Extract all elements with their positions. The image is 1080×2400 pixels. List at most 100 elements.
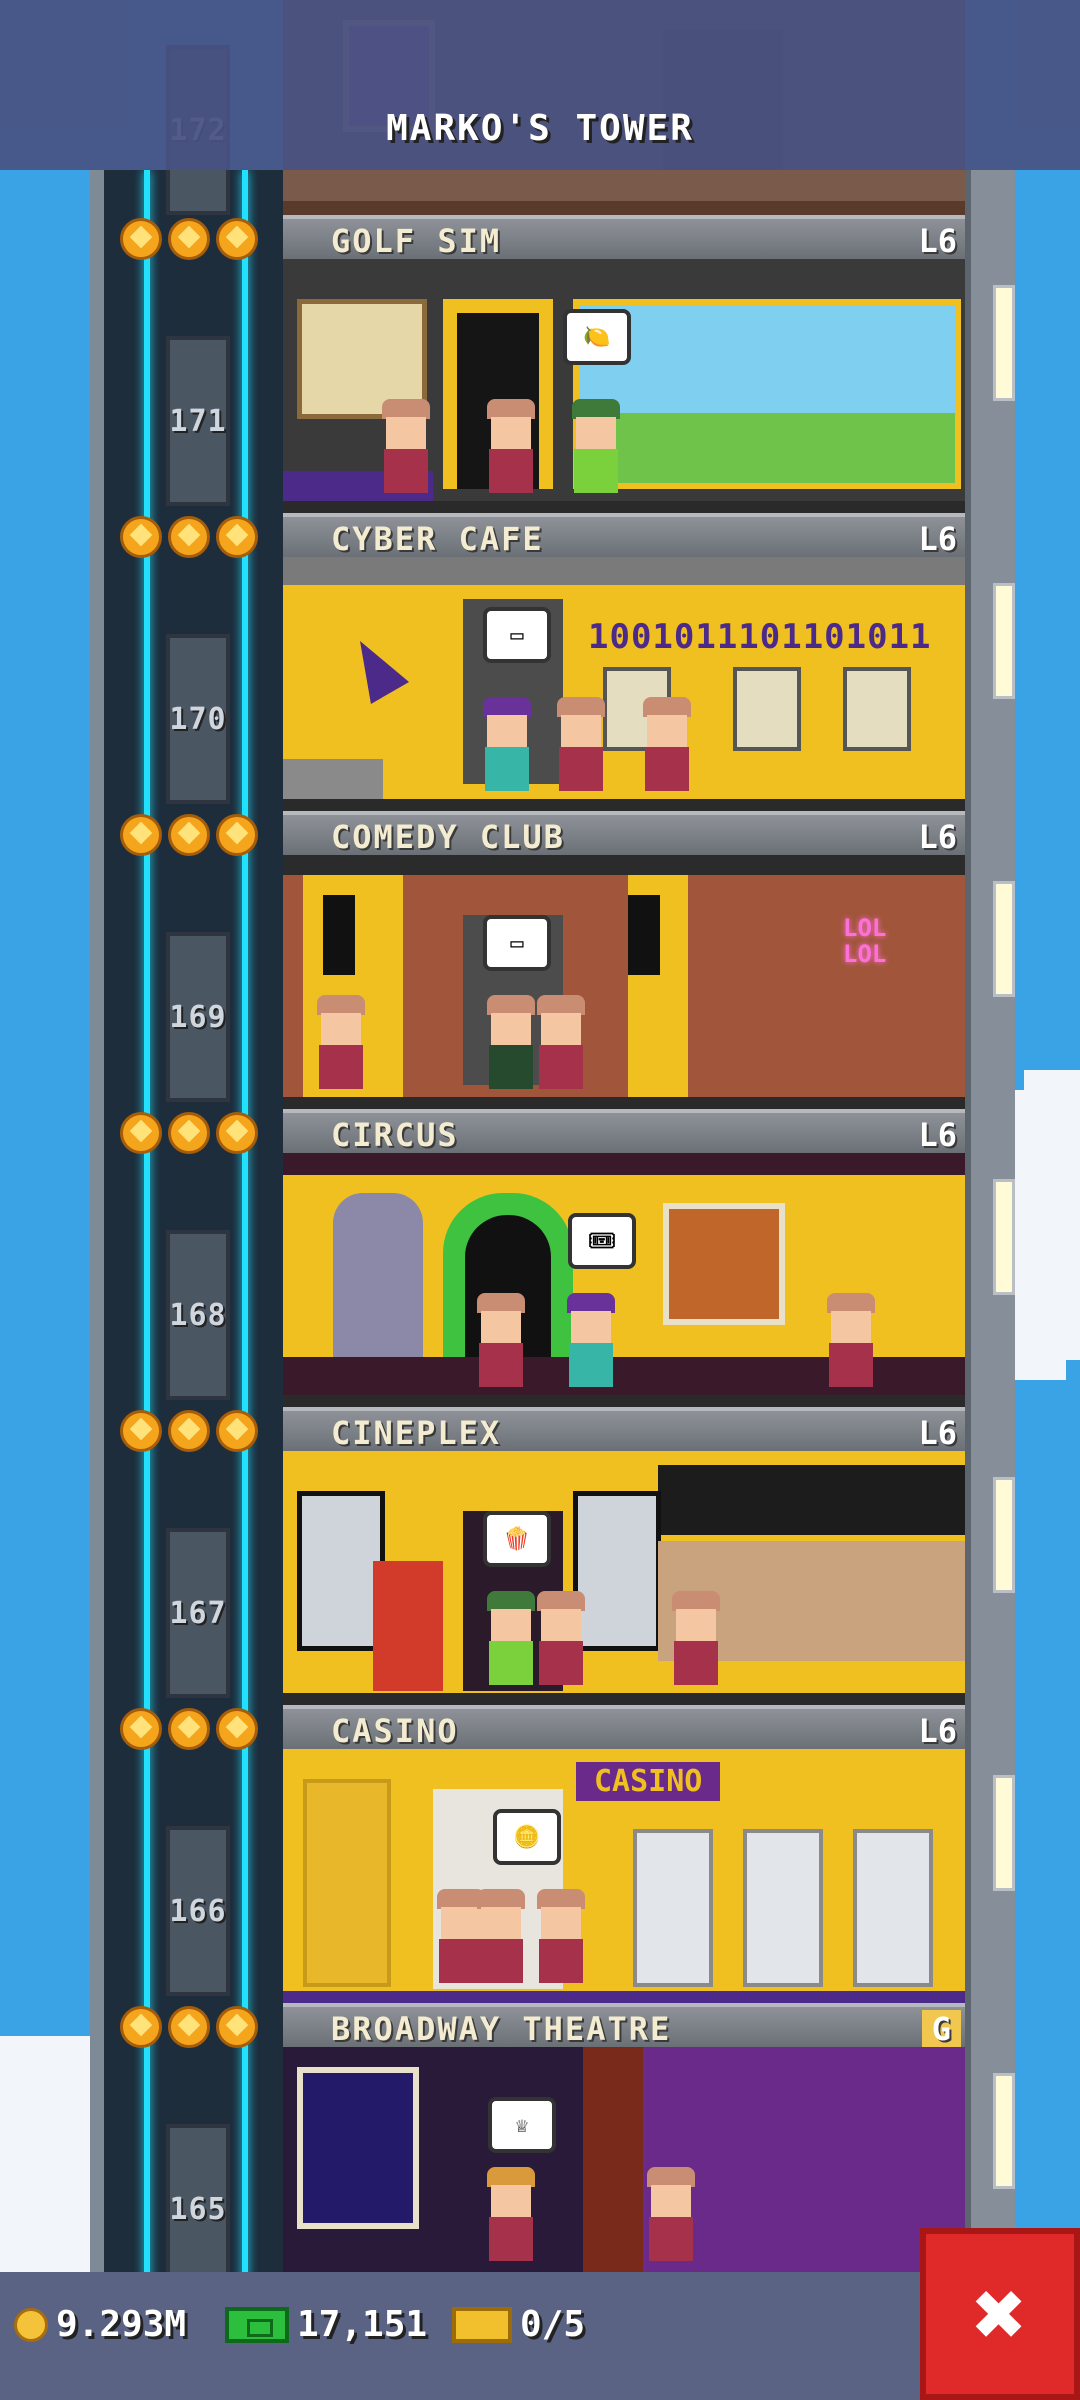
person[interactable]: [483, 1591, 539, 1691]
golf-screen: [573, 299, 961, 489]
person[interactable]: [483, 995, 539, 1095]
floor-label-bar[interactable]: CASINO L6: [283, 1705, 965, 1750]
ceiling: [283, 1153, 965, 1175]
movie-poster: [297, 1491, 385, 1651]
floor-name: CINEPLEX: [331, 1414, 502, 1452]
cash-icon: [225, 2306, 289, 2343]
person[interactable]: [568, 399, 624, 499]
thought-bubble[interactable]: ♕: [488, 2097, 556, 2153]
coins-value: 9.293M: [56, 2304, 187, 2345]
person[interactable]: [473, 1889, 529, 1989]
person[interactable]: [553, 697, 609, 797]
person[interactable]: [533, 1889, 589, 1989]
cursor-icon: [340, 630, 410, 704]
person[interactable]: [643, 2167, 699, 2267]
thought-bubble[interactable]: 🎟: [568, 1213, 636, 1269]
star-icon: [120, 2006, 162, 2048]
star-icon: [168, 1112, 210, 1154]
person[interactable]: [483, 399, 539, 499]
floor-168-circus[interactable]: CIRCUS L6 🎟: [283, 1109, 965, 1407]
ticket-icon: [452, 2306, 512, 2343]
thought-bubble[interactable]: ▭: [483, 607, 551, 663]
star-icon: [120, 1708, 162, 1750]
bux-value: 17,151: [297, 2304, 428, 2345]
floor-166-casino[interactable]: CASINO L6 CASINO 🪙: [283, 1705, 965, 2003]
floor-name: GOLF SIM: [331, 222, 502, 260]
floor-level: G: [921, 2010, 961, 2048]
floor-name: CASINO: [331, 1712, 459, 1750]
elevator-shaft[interactable]: 172 171 170 169 168 167 166 165: [90, 45, 302, 2294]
person[interactable]: [823, 1293, 879, 1393]
floor-label-bar[interactable]: COMEDY CLUB L6: [283, 811, 965, 856]
tower-window: [993, 285, 1015, 401]
floor-stars: [120, 2006, 258, 2048]
tower-window: [993, 881, 1015, 997]
elevator-floor-171[interactable]: 171: [166, 336, 230, 506]
tower-wall: [965, 170, 1015, 2280]
room-interior: 1001011101101011 ▭: [283, 557, 965, 811]
floor-name: BROADWAY THEATRE: [331, 2010, 672, 2048]
elevator-floor-165[interactable]: 165: [166, 2124, 230, 2294]
floor-number: 168: [169, 1297, 227, 1333]
person[interactable]: [378, 399, 434, 499]
casino-sign: CASINO: [573, 1759, 724, 1804]
person[interactable]: [483, 2167, 539, 2267]
coins-counter[interactable]: 9.293M: [14, 2304, 186, 2345]
floor-stars: [120, 218, 258, 260]
elevator-floor-169[interactable]: 169: [166, 932, 230, 1102]
star-icon: [216, 2006, 258, 2048]
thought-bubble[interactable]: ▭: [483, 915, 551, 971]
tickets-counter[interactable]: 0/5: [452, 2304, 585, 2345]
floor-label-bar[interactable]: CINEPLEX L6: [283, 1407, 965, 1452]
person[interactable]: [473, 1293, 529, 1393]
elevator-floor-170[interactable]: 170: [166, 634, 230, 804]
close-button[interactable]: ✖: [920, 2228, 1080, 2400]
star-icon: [216, 516, 258, 558]
room-interior: 🍿: [283, 1451, 965, 1705]
floor-label-bar[interactable]: CIRCUS L6: [283, 1109, 965, 1154]
elevator-floor-166[interactable]: 166: [166, 1826, 230, 1996]
show-poster: [297, 2067, 419, 2229]
person[interactable]: [479, 697, 535, 797]
speaker: [323, 895, 355, 975]
cloud: [0, 2050, 90, 2280]
star-icon: [216, 1112, 258, 1154]
cloud: [1024, 1070, 1080, 1360]
floor-name: CYBER CAFE: [331, 520, 544, 558]
floor-number: 169: [169, 999, 227, 1035]
tickets-value: 0/5: [520, 2304, 586, 2345]
star-icon: [168, 814, 210, 856]
floor-170-cyber-cafe[interactable]: CYBER CAFE L6 1001011101101011 ▭: [283, 513, 965, 811]
floor-level: L6: [918, 1414, 957, 1452]
floor-level: L6: [918, 222, 957, 260]
person[interactable]: [313, 995, 369, 1095]
person[interactable]: [639, 697, 695, 797]
floor-label-bar[interactable]: BROADWAY THEATRE G: [283, 2003, 965, 2048]
close-icon: ✖: [972, 2261, 1028, 2367]
floor-171-golf-sim[interactable]: GOLF SIM L6 🍋: [283, 215, 965, 513]
computer: [843, 667, 911, 751]
person[interactable]: [563, 1293, 619, 1393]
bux-counter[interactable]: 17,151: [225, 2304, 427, 2345]
thought-bubble[interactable]: 🪙: [493, 1809, 561, 1865]
person[interactable]: [668, 1591, 724, 1691]
elevator-floor-167[interactable]: 167: [166, 1528, 230, 1698]
thought-bubble[interactable]: 🍿: [483, 1511, 551, 1567]
star-icon: [168, 1708, 210, 1750]
room-floor: [283, 1693, 965, 1705]
elevator-cable: [144, 170, 150, 2280]
star-icon: [168, 1410, 210, 1452]
lol-neon-sign: LOL LOL: [843, 914, 887, 968]
floor-label-bar[interactable]: GOLF SIM L6: [283, 215, 965, 260]
computer: [733, 667, 801, 751]
floor-167-cineplex[interactable]: CINEPLEX L6 🍿: [283, 1407, 965, 1705]
floor-169-comedy-club[interactable]: COMEDY CLUB L6 LOL LOL ▭: [283, 811, 965, 1109]
floor-165-broadway-theatre[interactable]: BROADWAY THEATRE G ♕: [283, 2003, 965, 2272]
floor-label-bar[interactable]: CYBER CAFE L6: [283, 513, 965, 558]
floor-stars: [120, 814, 258, 856]
elevator-floor-168[interactable]: 168: [166, 1230, 230, 1400]
person[interactable]: [533, 1591, 589, 1691]
person[interactable]: [533, 995, 589, 1095]
thought-bubble[interactable]: 🍋: [563, 309, 631, 365]
star-icon: [120, 1112, 162, 1154]
